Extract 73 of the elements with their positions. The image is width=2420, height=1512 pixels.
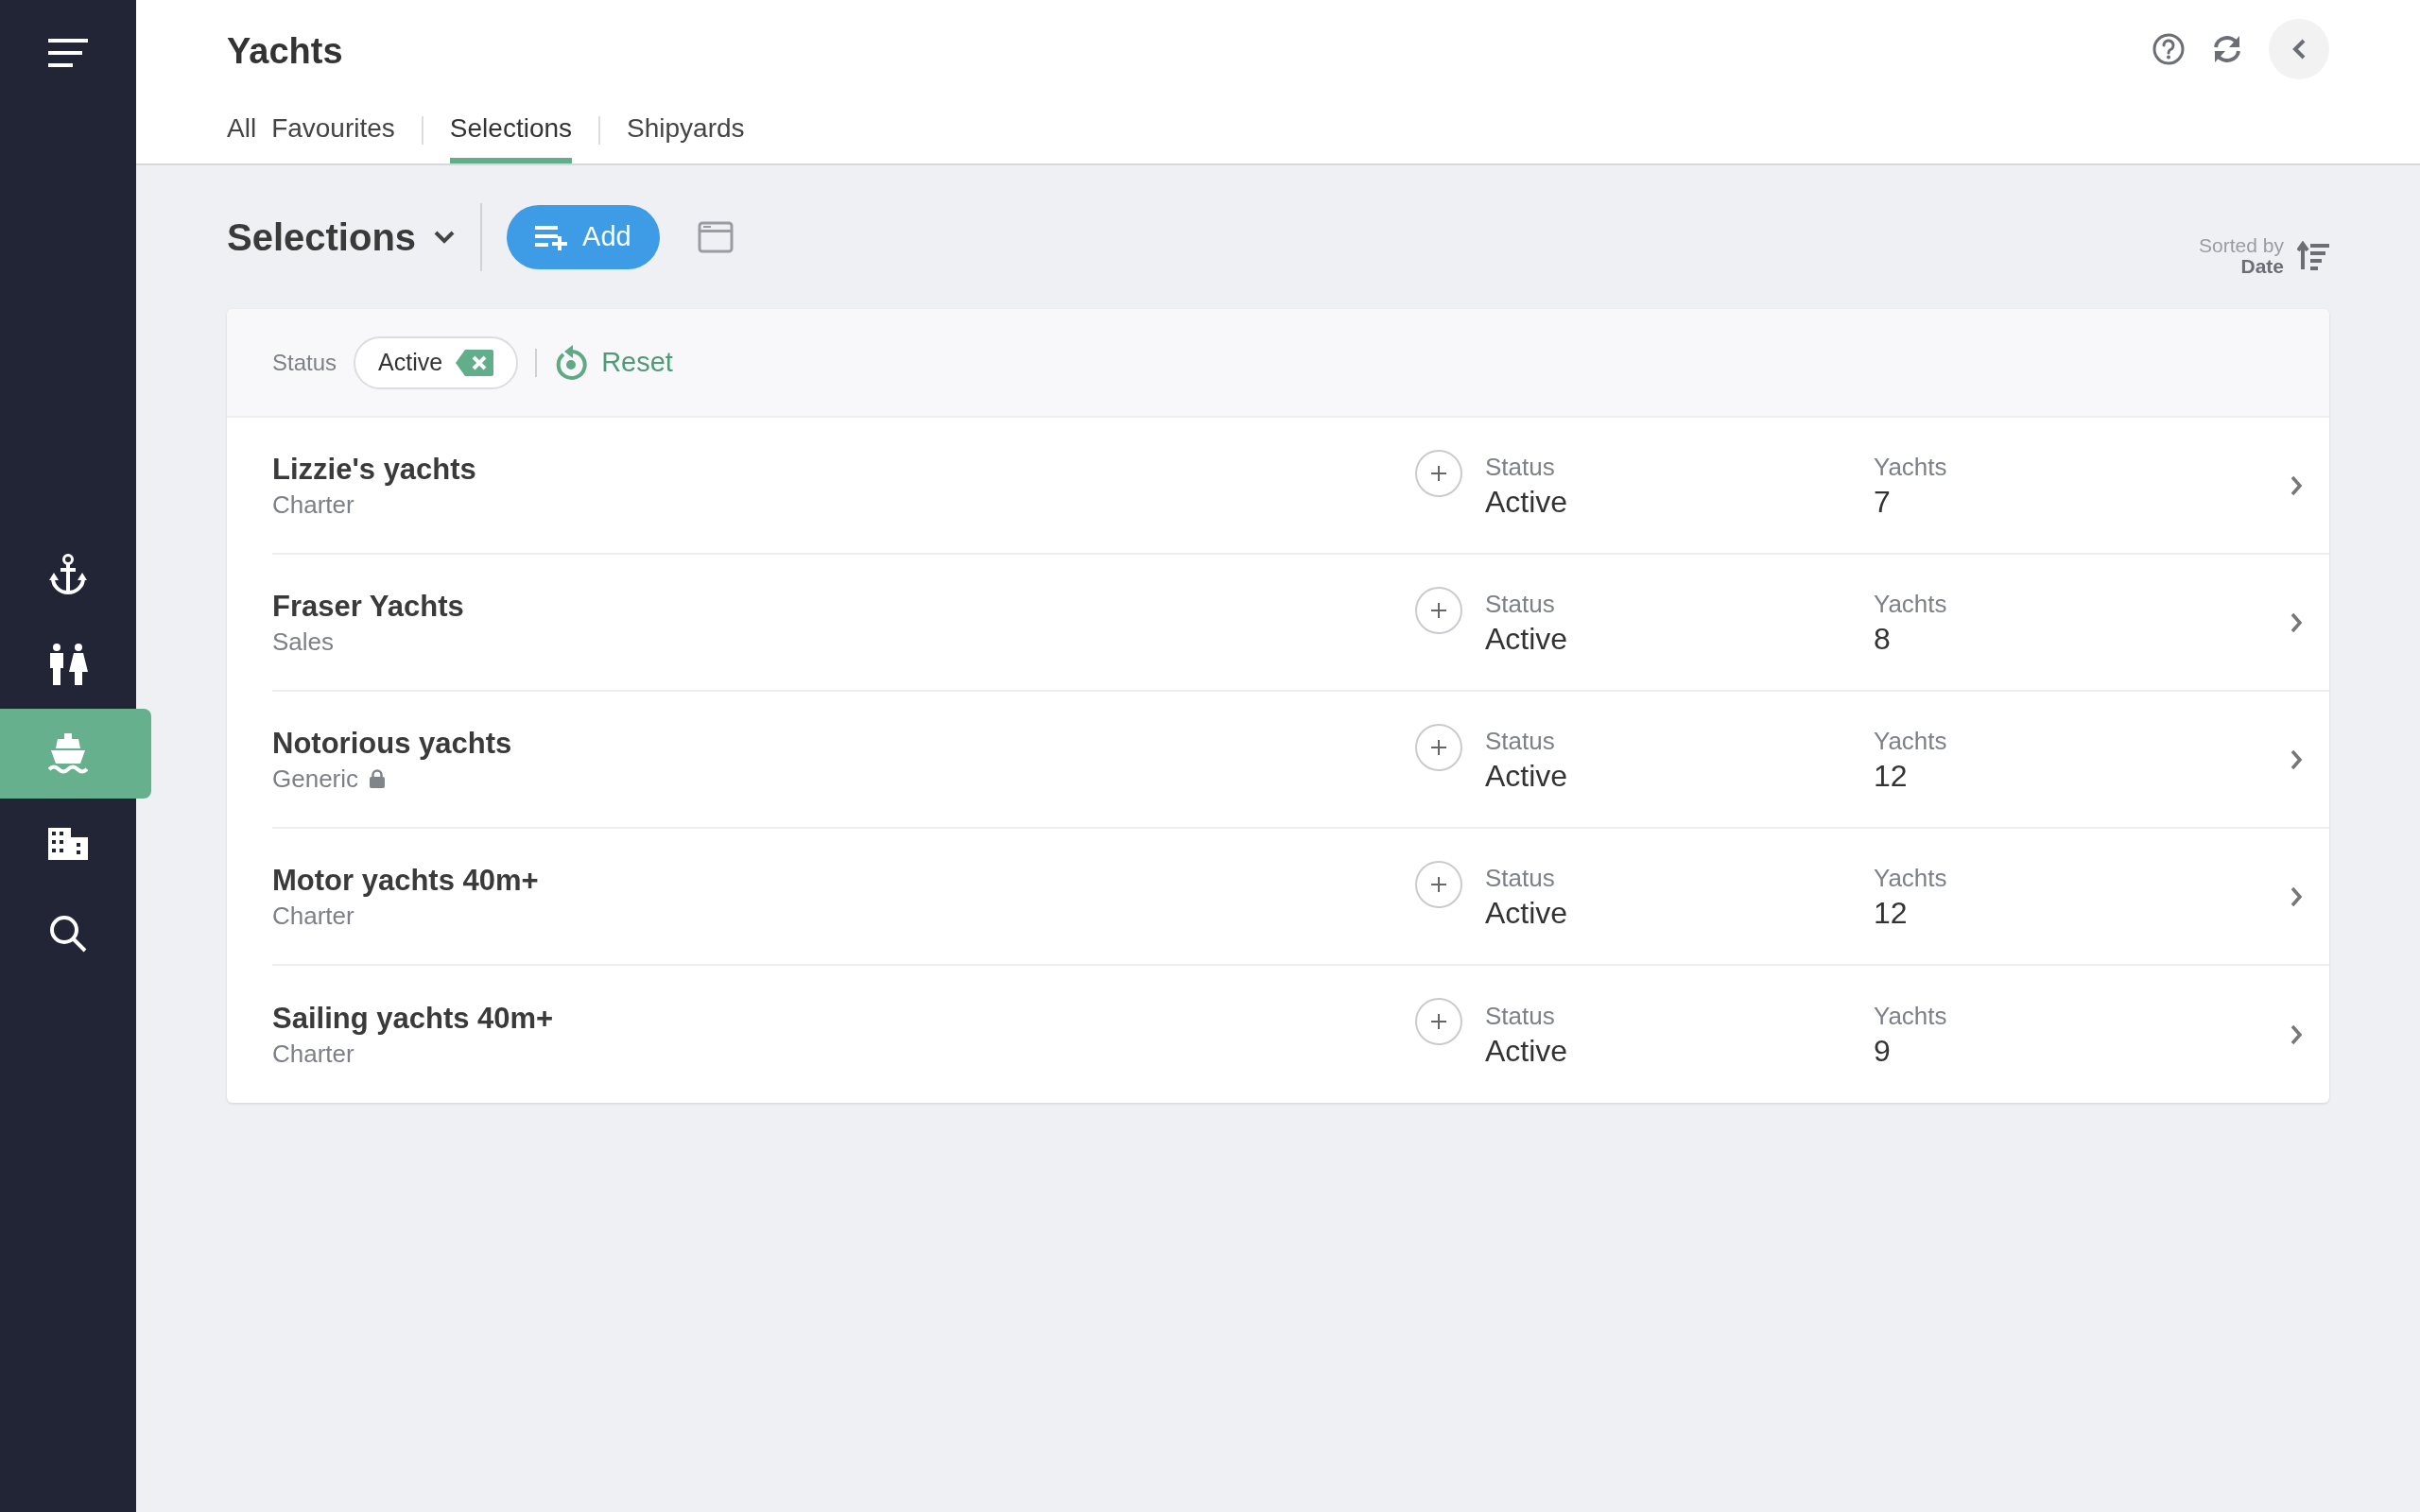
add-list-icon xyxy=(535,224,570,250)
plus-icon xyxy=(1430,739,1447,756)
selection-row[interactable]: Sailing yachts 40m+ Charter Status Active Yachts 9 xyxy=(272,966,2329,1103)
tab[interactable]: Favourites xyxy=(271,109,395,163)
sort-label: Sorted by xyxy=(2199,235,2284,256)
chevron-right-icon xyxy=(2290,473,2303,497)
yachts-count: 8 xyxy=(1874,620,1892,658)
selection-name: Notorious yachts xyxy=(272,725,513,762)
add-circle-button[interactable] xyxy=(1415,861,1462,908)
reset-icon xyxy=(554,344,589,381)
yachts-label: Yachts xyxy=(1874,725,1948,757)
tab[interactable]: Selections xyxy=(449,109,573,163)
help-icon[interactable] xyxy=(2152,32,2186,66)
status-value: Active xyxy=(1485,620,1569,658)
yachts-label: Yachts xyxy=(1874,451,1948,483)
selection-type: Charter xyxy=(272,900,354,932)
status-label: Status xyxy=(1485,451,1556,483)
tab[interactable]: Shipyards xyxy=(627,109,745,163)
status-label: Status xyxy=(1485,725,1556,757)
building-icon xyxy=(48,827,88,860)
selection-name: Motor yachts 40m+ xyxy=(272,862,540,899)
yachts-label: Yachts xyxy=(1874,588,1948,620)
selection-type: Charter xyxy=(272,489,354,521)
status-label: Status xyxy=(1485,588,1556,620)
selection-type: Sales xyxy=(272,626,335,658)
chevron-right-icon xyxy=(2290,885,2303,908)
add-circle-button[interactable] xyxy=(1415,998,1462,1045)
yachts-count: 7 xyxy=(1874,483,1892,521)
selection-row[interactable]: Lizzie's yachts Charter Status Active Yachts 7 xyxy=(272,418,2329,555)
selection-name: Sailing yachts 40m+ xyxy=(272,1000,555,1037)
add-circle-button[interactable] xyxy=(1415,724,1462,771)
search-icon xyxy=(49,914,87,953)
plus-icon xyxy=(1430,876,1447,893)
selection-name: Fraser Yachts xyxy=(272,588,465,625)
yachts-count: 12 xyxy=(1874,894,1909,932)
section-heading: Selections xyxy=(227,215,417,260)
selection-type: Charter xyxy=(272,1038,354,1070)
boat-icon xyxy=(48,732,88,775)
sort-value: Date xyxy=(2240,256,2284,277)
plus-icon xyxy=(1430,465,1447,482)
status-label: Status xyxy=(1485,1000,1556,1032)
yachts-label: Yachts xyxy=(1874,862,1948,894)
add-circle-button[interactable] xyxy=(1415,450,1462,497)
chevron-right-icon xyxy=(2290,610,2303,634)
selection-type: Generic xyxy=(272,763,359,795)
selection-row[interactable]: Fraser Yachts Sales Status Active Yachts 8 xyxy=(272,555,2329,692)
remove-filter-icon[interactable] xyxy=(456,349,494,376)
add-circle-button[interactable] xyxy=(1415,587,1462,634)
yachts-count: 9 xyxy=(1874,1032,1892,1070)
selection-row[interactable]: Notorious yachts Generic Status Active Yachts 12 xyxy=(272,692,2329,829)
selection-row[interactable]: Motor yachts 40m+ Charter Status Active Yachts 12 xyxy=(272,829,2329,966)
status-value: Active xyxy=(1485,483,1569,521)
status-label: Status xyxy=(1485,862,1556,894)
tab[interactable]: All xyxy=(227,109,257,163)
chevron-right-icon xyxy=(2290,1022,2303,1046)
chevron-right-icon xyxy=(2290,747,2303,771)
menu-icon[interactable] xyxy=(48,39,88,67)
status-value: Active xyxy=(1485,1032,1569,1070)
yachts-label: Yachts xyxy=(1874,1000,1948,1032)
status-value: Active xyxy=(1485,757,1569,795)
page-title: Yachts xyxy=(227,30,343,73)
status-value: Active xyxy=(1485,894,1569,932)
selection-name: Lizzie's yachts xyxy=(272,451,477,488)
filter-label: Status xyxy=(272,348,337,377)
plus-icon xyxy=(1430,1013,1447,1030)
plus-icon xyxy=(1430,602,1447,619)
filter-chip[interactable]: Active xyxy=(354,335,519,389)
chevron-left-icon xyxy=(2291,38,2307,60)
people-icon xyxy=(48,643,88,685)
anchor-icon xyxy=(49,553,87,595)
yachts-count: 12 xyxy=(1874,757,1909,795)
sort-icon[interactable] xyxy=(2297,241,2329,271)
chevron-down-icon[interactable] xyxy=(433,230,457,245)
